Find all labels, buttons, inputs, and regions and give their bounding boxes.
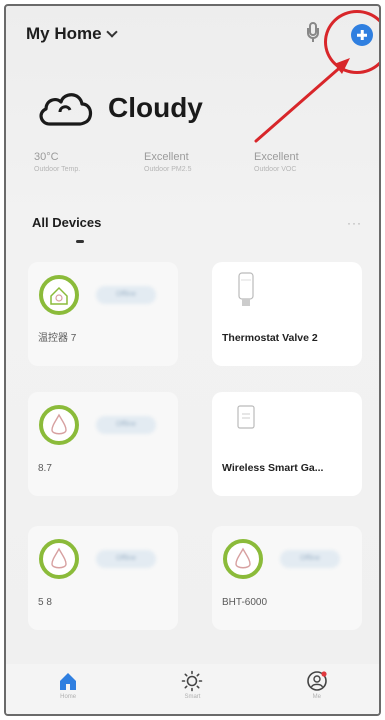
stat-temperature: 30°C Outdoor Temp. [34,151,144,173]
chevron-down-icon [105,26,118,38]
devices-header: All Devices ··· [32,214,362,243]
bottom-nav: Home Smart Me [6,664,379,714]
thermostat-device-icon [39,275,79,315]
more-icon[interactable]: ··· [347,216,362,230]
status-badge: Offline [96,416,156,434]
water-device-icon [39,539,79,579]
nav-label: Smart [184,694,201,700]
device-name: Thermostat Valve 2 [222,332,318,344]
device-name: 8.7 [38,463,52,474]
weather-summary: Cloudy [36,88,203,128]
water-device-icon [223,539,263,579]
nav-label: Home [60,694,77,700]
device-name: BHT-6000 [222,597,268,608]
device-name: 温控器 7 [38,333,77,344]
stat-voc: Excellent Outdoor VOC [254,151,364,173]
home-icon [60,673,77,690]
stat-value: 30°C [34,151,59,163]
stat-value: Excellent [254,151,299,163]
cloud-icon [39,93,93,126]
gateway-device-icon [237,405,255,429]
device-card[interactable]: Offline 5 8 [28,526,178,630]
water-device-icon [39,405,79,445]
stat-pm25: Excellent Outdoor PM2.5 [144,151,254,173]
stat-label: Outdoor Temp. [34,166,81,173]
device-card[interactable]: Offline BHT-6000 [212,526,362,630]
nav-home[interactable]: Home [38,670,98,700]
header: My Home [6,6,379,143]
tab-all-devices[interactable]: All Devices [32,215,101,230]
stat-value: Excellent [144,151,189,163]
home-name: My Home [26,24,102,43]
stat-label: Outdoor VOC [254,166,297,173]
device-card[interactable]: Offline 温控器 7 [28,262,178,366]
status-badge: Offline [280,550,340,568]
valve-device-icon [238,272,254,306]
device-card[interactable]: Offline 8.7 [28,392,178,496]
stat-label: Outdoor PM2.5 [144,166,192,173]
status-badge: Offline [96,550,156,568]
device-name: 5 8 [38,597,52,608]
device-card[interactable]: Thermostat Valve 2 [212,262,362,366]
tab-indicator [76,240,84,243]
weather-stats: 30°C Outdoor Temp. Excellent Outdoor PM2… [34,151,364,173]
status-badge: Offline [96,286,156,304]
annotation-arrow [254,58,350,143]
home-selector[interactable]: My Home [26,24,118,44]
nav-smart[interactable]: Smart [162,670,222,700]
weather-condition: Cloudy [108,92,203,123]
microphone-icon[interactable] [306,22,320,44]
user-icon [307,671,327,691]
device-card[interactable]: Wireless Smart Ga... [212,392,362,496]
app-screen: My Home Cloudy 30°C Outdoor Temp. Excell… [4,4,381,716]
device-name: Wireless Smart Ga... [222,462,324,474]
sun-icon [182,670,203,692]
nav-label: Me [312,694,321,700]
nav-me[interactable]: Me [287,670,347,700]
